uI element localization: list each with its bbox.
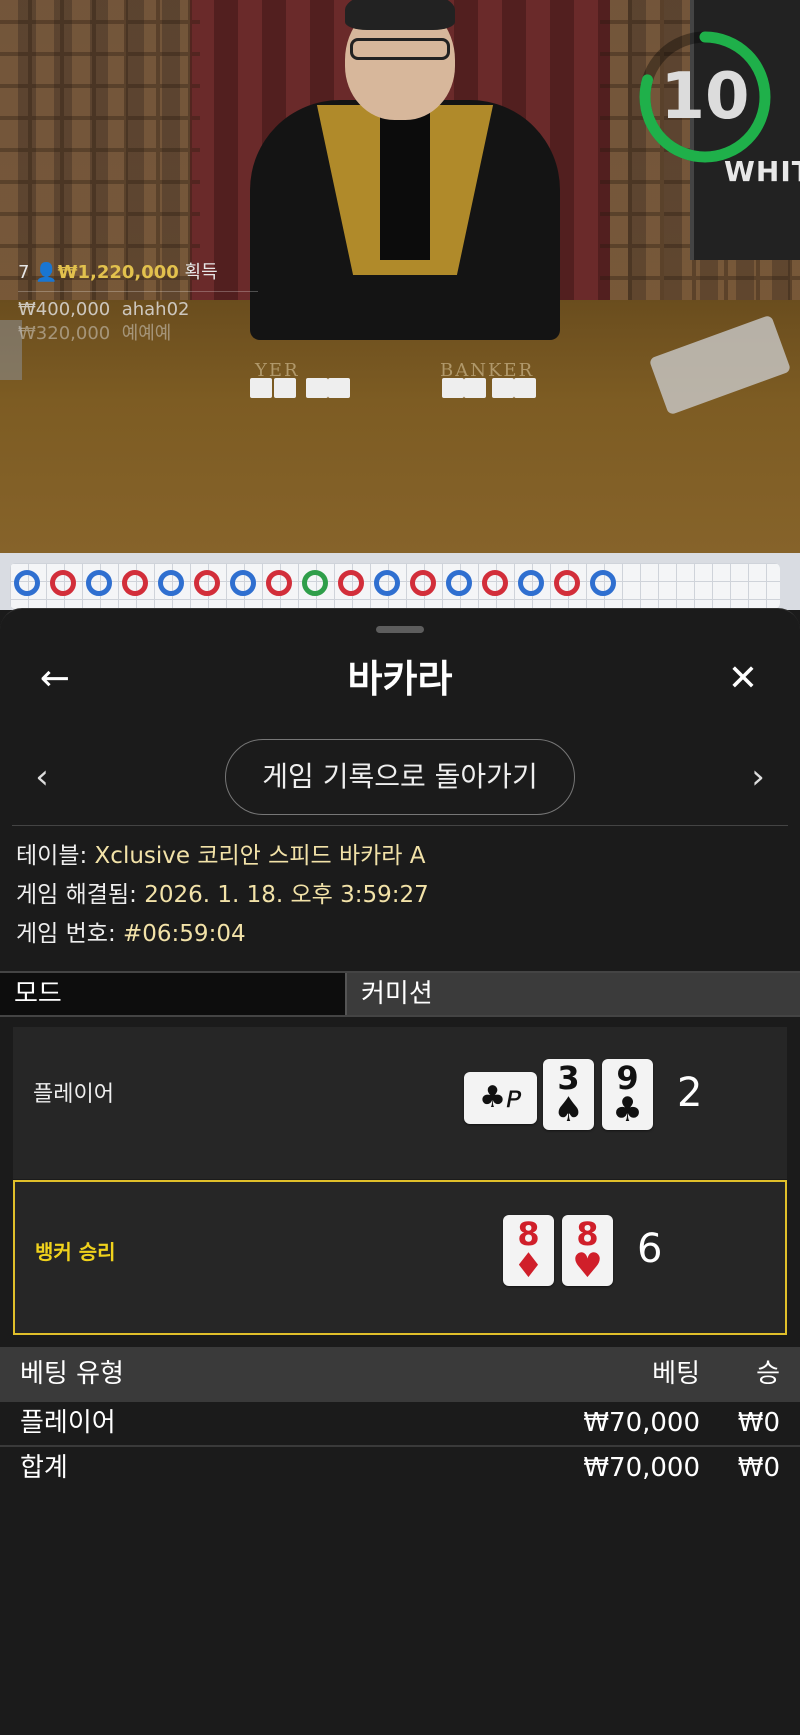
game-number-value: #06:59:04	[123, 921, 246, 947]
bead-player	[518, 570, 544, 596]
total-row: 합계 ₩70,000 ₩0	[0, 1447, 800, 1490]
bet-amount-header: 베팅	[652, 1359, 700, 1389]
bead-banker	[194, 570, 220, 596]
game-navigation: ‹ 게임 기록으로 돌아가기 ›	[0, 737, 800, 817]
back-to-history-button[interactable]: 게임 기록으로 돌아가기	[225, 739, 575, 815]
bet-amount-cell: ₩70,000	[583, 1408, 700, 1438]
bead-player	[590, 570, 616, 596]
mode-value: 커미션	[345, 973, 800, 1015]
dealer	[250, 0, 560, 340]
win-header: 승	[756, 1359, 780, 1389]
win-cell: ₩0	[737, 1408, 780, 1438]
bead-banker	[410, 570, 436, 596]
table-label: 테이블:	[16, 843, 88, 869]
game-info: 테이블: Xclusive 코리안 스피드 바카라 A 게임 해결됨: 2026…	[16, 837, 429, 954]
table-card	[442, 378, 464, 398]
bead-player	[158, 570, 184, 596]
bead-tie	[302, 570, 328, 596]
winners-total-suffix: 획득	[184, 262, 218, 283]
table-card	[514, 378, 536, 398]
winners-total: ₩1,220,000	[57, 262, 179, 283]
player-card: 9 ♣	[602, 1059, 653, 1130]
bead-road-strip[interactable]	[0, 553, 800, 610]
player-hand-label: 플레이어	[33, 1082, 114, 1107]
back-arrow-icon[interactable]: ←	[25, 649, 85, 709]
divider	[12, 825, 788, 826]
banker-hand: 뱅커 승리 8 ♦ 8 ♥ 6	[13, 1180, 787, 1335]
winner-count: 7	[18, 262, 30, 283]
total-bet: ₩70,000	[583, 1453, 700, 1483]
table-value: Xclusive 코리안 스피드 바카라 A	[94, 843, 426, 869]
total-win: ₩0	[737, 1453, 780, 1483]
mode-bar: 모드 커미션	[0, 971, 800, 1017]
bead-player	[446, 570, 472, 596]
bead-road-grid	[10, 563, 780, 609]
banker-score: 6	[637, 1226, 663, 1272]
winners-panel: 7 👤₩1,220,000 획득 ₩400,000 ahah02 ₩320,00…	[18, 255, 258, 352]
chevron-left-icon[interactable]: ‹	[17, 737, 67, 817]
bead-banker	[482, 570, 508, 596]
bead-banker	[50, 570, 76, 596]
player-third-card: ♣ᴘ	[464, 1072, 537, 1124]
banker-card: 8 ♦	[503, 1215, 554, 1286]
bead-banker	[122, 570, 148, 596]
bead-banker	[338, 570, 364, 596]
resolved-value: 2026. 1. 18. 오후 3:59:27	[144, 882, 429, 908]
bets-table: 베팅 유형 베팅 승 플레이어 ₩70,000 ₩0 합계 ₩70,000 ₩0	[0, 1347, 800, 1490]
player-score: 2	[677, 1070, 703, 1116]
table-row: 플레이어 ₩70,000 ₩0	[0, 1402, 800, 1447]
table-card	[328, 378, 350, 398]
table-card	[250, 378, 272, 398]
bet-type-cell: 플레이어	[20, 1408, 116, 1438]
bead-player	[230, 570, 256, 596]
countdown-timer: 10	[636, 28, 774, 166]
bead-player	[14, 570, 40, 596]
winner-entry: ₩320,000 예예예	[18, 323, 172, 344]
player-hand: 플레이어 ♣ᴘ 3 ♠ 9 ♣ 2	[13, 1027, 787, 1179]
drag-handle[interactable]	[376, 626, 424, 633]
bead-banker	[266, 570, 292, 596]
sheet-title: 바카라	[347, 657, 453, 701]
table-card	[274, 378, 296, 398]
game-history-sheet: 바카라 ← ✕ ‹ 게임 기록으로 돌아가기 › 테이블: Xclusive 코…	[0, 608, 800, 1735]
game-number-label: 게임 번호:	[16, 921, 116, 947]
close-icon[interactable]: ✕	[713, 649, 773, 709]
person-icon: 👤	[35, 262, 58, 283]
bets-table-header: 베팅 유형 베팅 승	[0, 1347, 800, 1402]
table-card	[492, 378, 514, 398]
bead-player	[86, 570, 112, 596]
chevron-right-icon[interactable]: ›	[733, 737, 783, 817]
table-card	[306, 378, 328, 398]
sheet-header: 바카라 ← ✕	[0, 649, 800, 709]
bet-type-header: 베팅 유형	[20, 1359, 124, 1389]
total-label: 합계	[20, 1453, 68, 1483]
table-card	[464, 378, 486, 398]
banker-card: 8 ♥	[562, 1215, 613, 1286]
live-video-stream[interactable]: YER BANKER WHITE 10 7 👤₩1,220,000 획득 ₩40…	[0, 0, 800, 553]
player-card: 3 ♠	[543, 1059, 594, 1130]
resolved-label: 게임 해결됨:	[16, 882, 137, 908]
banker-result-label: 뱅커 승리	[35, 1240, 116, 1264]
timer-value: 10	[660, 60, 750, 134]
bead-player	[374, 570, 400, 596]
mode-label: 모드	[0, 973, 345, 1015]
bead-banker	[554, 570, 580, 596]
